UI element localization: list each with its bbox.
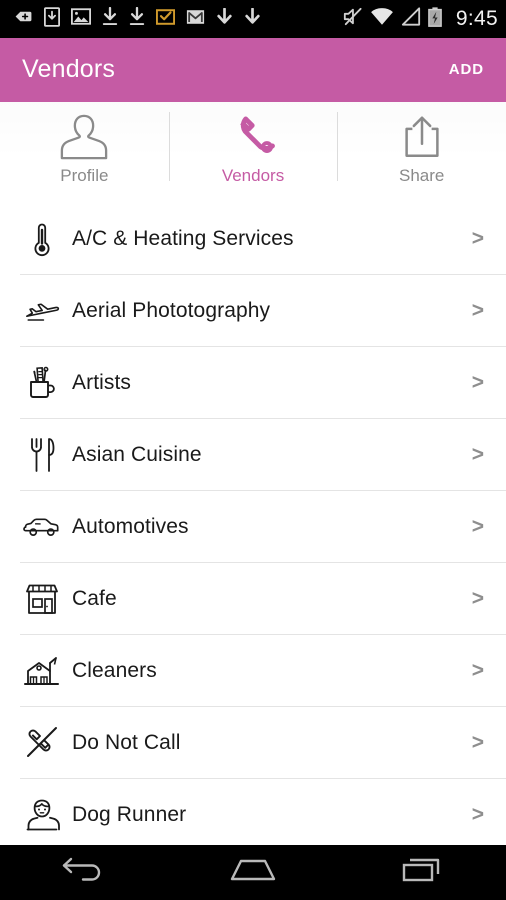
thermometer-icon (20, 221, 64, 257)
list-item-label: Aerial Phototography (72, 299, 271, 322)
chevron-right-icon: > (471, 731, 484, 754)
list-item[interactable]: Asian Cuisine > (0, 419, 506, 491)
list-item-label: Cleaners (72, 659, 157, 682)
recents-button[interactable] (337, 856, 506, 889)
phone-crossed-icon (20, 726, 64, 760)
chevron-right-icon: > (471, 659, 484, 682)
list-item-label: A/C & Heating Services (72, 227, 294, 250)
chevron-right-icon: > (471, 587, 484, 610)
tab-profile-label: Profile (60, 166, 109, 185)
tab-share[interactable]: Share (337, 100, 506, 203)
chevron-right-icon: > (471, 443, 484, 466)
list-item[interactable]: Aerial Phototography > (0, 275, 506, 347)
action-bar: Vendors ADD (0, 38, 506, 100)
list-item[interactable]: Artists > (0, 347, 506, 419)
back-arrow-icon (59, 856, 109, 889)
battery-charging-icon (428, 6, 442, 32)
download-arrow-icon (102, 6, 118, 31)
vendor-category-list[interactable]: A/C & Heating Services > Aerial Phototog… (0, 203, 506, 845)
download-to-device-icon (44, 6, 60, 32)
add-button[interactable]: ADD (449, 61, 484, 78)
share-icon (395, 110, 449, 164)
app-screen: 9:45 Vendors ADD Profile Vendors Share A… (0, 0, 506, 900)
list-item-label: Do Not Call (72, 731, 181, 754)
list-item-label: Automotives (72, 515, 189, 538)
airplane-icon (20, 296, 64, 326)
download-arrow-icon-3 (216, 7, 233, 31)
wifi-icon (370, 7, 394, 31)
tab-share-label: Share (398, 166, 445, 185)
tab-bar: Profile Vendors Share (0, 100, 506, 203)
car-icon (20, 515, 64, 539)
tab-profile[interactable]: Profile (0, 100, 169, 203)
person-bust-icon (20, 797, 64, 833)
list-item-label: Artists (72, 371, 132, 394)
email-check-icon (155, 8, 176, 30)
status-bar-system-icons: 9:45 (342, 6, 498, 32)
home-icon (226, 856, 280, 889)
recent-apps-icon (398, 856, 446, 889)
download-arrow-icon-2 (129, 6, 145, 31)
chevron-right-icon: > (471, 803, 484, 826)
list-item-label: Cafe (72, 587, 117, 610)
list-item[interactable]: Cafe > (0, 563, 506, 635)
cell-signal-icon (401, 7, 421, 31)
list-item[interactable]: Automotives > (0, 491, 506, 563)
list-item-label: Asian Cuisine (72, 443, 202, 466)
volume-muted-icon (342, 7, 363, 31)
list-item[interactable]: Do Not Call > (0, 707, 506, 779)
house-icon (20, 654, 64, 688)
android-navigation-bar (0, 845, 506, 900)
wrench-icon (226, 110, 280, 164)
status-bar-clock: 9:45 (455, 7, 498, 30)
chevron-right-icon: > (471, 299, 484, 322)
chevron-right-icon: > (471, 371, 484, 394)
gmail-icon (186, 9, 205, 30)
pencil-cup-icon (20, 365, 64, 401)
tab-vendors-label: Vendors (221, 166, 285, 185)
home-button[interactable] (169, 856, 338, 889)
back-button[interactable] (0, 856, 169, 889)
page-title: Vendors (22, 54, 116, 83)
list-item-label: Dog Runner (72, 803, 187, 826)
profile-icon (57, 110, 111, 164)
storefront-icon (20, 581, 64, 617)
download-arrow-icon-4 (244, 7, 261, 31)
list-item[interactable]: A/C & Heating Services > (0, 203, 506, 275)
app-install-tag-icon (14, 7, 33, 31)
tab-vendors[interactable]: Vendors (168, 100, 338, 203)
chevron-right-icon: > (471, 515, 484, 538)
list-item[interactable]: Dog Runner > (0, 779, 506, 845)
list-item[interactable]: Cleaners > (0, 635, 506, 707)
android-status-bar: 9:45 (0, 0, 506, 38)
chevron-right-icon: > (471, 227, 484, 250)
fork-knife-icon (20, 436, 64, 474)
status-bar-notification-icons (14, 6, 342, 32)
image-download-icon (71, 8, 91, 30)
